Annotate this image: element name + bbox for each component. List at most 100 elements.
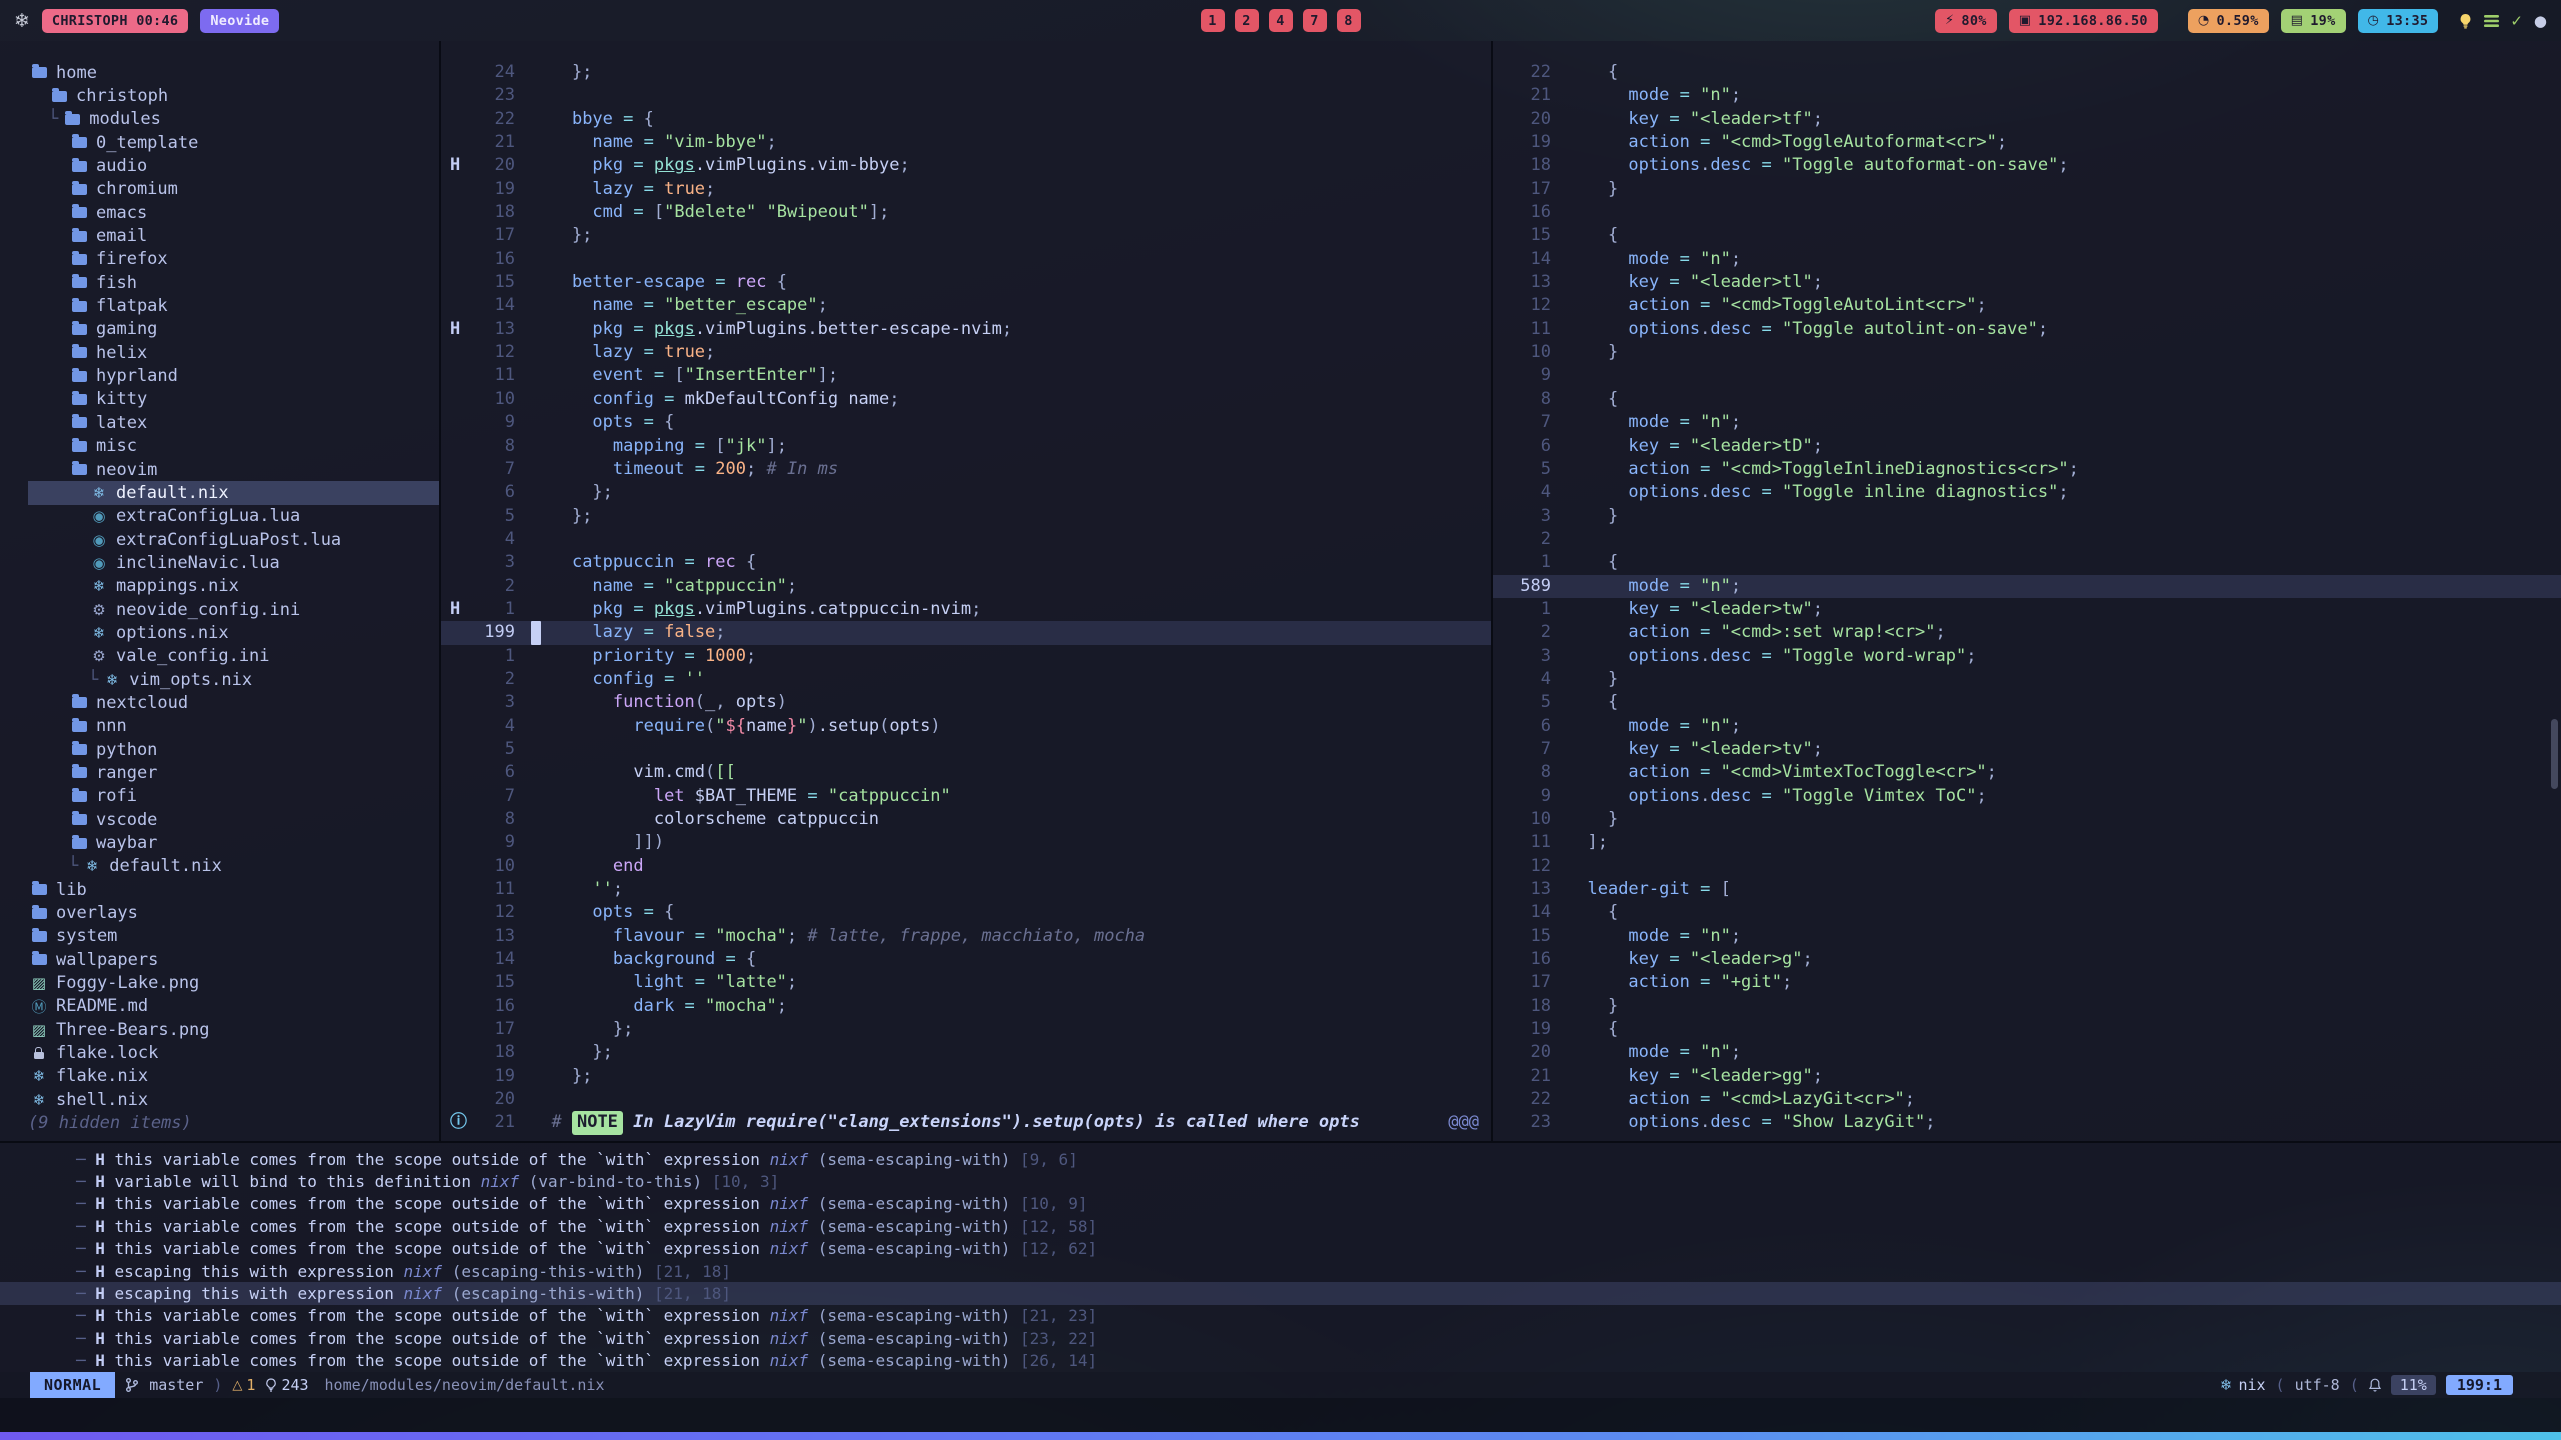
code-line[interactable]: 16 xyxy=(441,248,1491,271)
diagnostic-row[interactable]: ─ H this variable comes from the scope o… xyxy=(0,1305,2561,1327)
tree-item-misc[interactable]: misc xyxy=(28,435,439,458)
user-session-badge[interactable]: CHRISTOPH 00:46 xyxy=(42,9,188,33)
diagnostic-row[interactable]: ─ H this variable comes from the scope o… xyxy=(0,1238,2561,1260)
tree-item-email[interactable]: email xyxy=(28,224,439,247)
tree-item-extraConfigLuaPost.lua[interactable]: ◉extraConfigLuaPost.lua xyxy=(28,528,439,551)
ip-widget[interactable]: ▣192.168.86.50 xyxy=(2009,9,2158,33)
code-line[interactable]: 9 options.desc = "Toggle Vimtex ToC"; xyxy=(1493,785,2561,808)
check-tray-icon[interactable]: ✓ xyxy=(2510,12,2523,30)
tree-item-9hiddenitems[interactable]: (9 hidden items) xyxy=(28,1111,439,1134)
code-line[interactable]: 15 { xyxy=(1493,224,2561,247)
code-line[interactable]: 4 } xyxy=(1493,668,2561,691)
code-line[interactable]: 14 { xyxy=(1493,901,2561,924)
code-line[interactable]: 8 { xyxy=(1493,388,2561,411)
tree-item-flatpak[interactable]: flatpak xyxy=(28,294,439,317)
tree-item-python[interactable]: python xyxy=(28,738,439,761)
code-line[interactable]: 9 xyxy=(1493,364,2561,387)
code-line[interactable]: 8 colorscheme catppuccin xyxy=(441,808,1491,831)
code-line[interactable]: 14 name = "better_escape"; xyxy=(441,294,1491,317)
code-line[interactable]: 13 flavour = "mocha"; # latte, frappe, m… xyxy=(441,925,1491,948)
tree-item-Foggy-Lake.png[interactable]: ▨Foggy-Lake.png xyxy=(28,971,439,994)
code-line[interactable]: 21 key = "<leader>gg"; xyxy=(1493,1065,2561,1088)
tree-item-flake.lock[interactable]: flake.lock xyxy=(28,1041,439,1064)
code-line[interactable]: 1 priority = 1000; xyxy=(441,645,1491,668)
tree-item-Three-Bears.png[interactable]: ▨Three-Bears.png xyxy=(28,1018,439,1041)
git-branch-name[interactable]: master xyxy=(149,1376,203,1394)
tree-item-shell.nix[interactable]: ❄shell.nix xyxy=(28,1088,439,1111)
code-line[interactable]: 199 lazy = false; xyxy=(441,621,1491,644)
code-line[interactable]: 15 light = "latte"; xyxy=(441,971,1491,994)
code-line[interactable]: 9 ]]) xyxy=(441,831,1491,854)
lightbulb-tray-icon[interactable] xyxy=(2458,13,2473,29)
tree-item-audio[interactable]: audio xyxy=(28,154,439,177)
code-line[interactable]: 4 require("${name}").setup(opts) xyxy=(441,715,1491,738)
tree-item-vscode[interactable]: vscode xyxy=(28,808,439,831)
code-line[interactable]: 589 mode = "n"; xyxy=(1493,575,2561,598)
tree-item-vale_config.ini[interactable]: ⚙vale_config.ini xyxy=(28,645,439,668)
code-line[interactable]: 16 key = "<leader>g"; xyxy=(1493,948,2561,971)
tree-item-latex[interactable]: latex xyxy=(28,411,439,434)
code-line[interactable]: 3 catppuccin = rec { xyxy=(441,551,1491,574)
tree-item-kitty[interactable]: kitty xyxy=(28,388,439,411)
app-badge[interactable]: Neovide xyxy=(200,9,279,33)
code-line[interactable]: 15 mode = "n"; xyxy=(1493,925,2561,948)
diagnostic-row[interactable]: ─ H variable will bind to this definitio… xyxy=(0,1170,2561,1192)
code-line[interactable]: 11 event = ["InsertEnter"]; xyxy=(441,364,1491,387)
warning-count[interactable]: △1 xyxy=(232,1376,255,1394)
command-line[interactable] xyxy=(0,1398,2561,1432)
code-line[interactable]: 16 xyxy=(1493,201,2561,224)
code-line[interactable]: 12 opts = { xyxy=(441,901,1491,924)
tree-item-inclineNavic.lua[interactable]: ◉inclineNavic.lua xyxy=(28,551,439,574)
code-line[interactable]: 10 } xyxy=(1493,808,2561,831)
code-line[interactable]: H13 pkg = pkgs.vimPlugins.better-escape-… xyxy=(441,318,1491,341)
code-line[interactable]: 23 options.desc = "Show LazyGit"; xyxy=(1493,1111,2561,1134)
code-line[interactable]: 10 } xyxy=(1493,341,2561,364)
tree-item-README.md[interactable]: ⓂREADME.md xyxy=(28,995,439,1018)
code-line[interactable]: 6 key = "<leader>tD"; xyxy=(1493,435,2561,458)
code-line[interactable]: 2 action = "<cmd>:set wrap!<cr>"; xyxy=(1493,621,2561,644)
code-line[interactable]: 22 { xyxy=(1493,61,2561,84)
tree-item-firefox[interactable]: firefox xyxy=(28,248,439,271)
code-line[interactable]: 2 name = "catppuccin"; xyxy=(441,575,1491,598)
tree-item-rofi[interactable]: rofi xyxy=(28,785,439,808)
code-line[interactable]: 20 mode = "n"; xyxy=(1493,1041,2561,1064)
tree-item-gaming[interactable]: gaming xyxy=(28,318,439,341)
code-line[interactable]: 7 timeout = 200; # In ms xyxy=(441,458,1491,481)
tree-item-default.nix[interactable]: ❄default.nix xyxy=(28,481,439,504)
code-line[interactable]: 18 } xyxy=(1493,995,2561,1018)
battery-widget[interactable]: ⚡80% xyxy=(1935,9,1997,33)
code-line[interactable]: 12 xyxy=(1493,855,2561,878)
tree-item-emacs[interactable]: emacs xyxy=(28,201,439,224)
tree-item-neovide_config.ini[interactable]: ⚙neovide_config.ini xyxy=(28,598,439,621)
code-line[interactable]: 5 { xyxy=(1493,691,2561,714)
code-line[interactable]: 11 ''; xyxy=(441,878,1491,901)
code-line[interactable]: 2 xyxy=(1493,528,2561,551)
workspace-badge-8[interactable]: 8 xyxy=(1337,9,1361,32)
code-line[interactable]: 17 action = "+git"; xyxy=(1493,971,2561,994)
code-line[interactable]: 4 xyxy=(441,528,1491,551)
code-line[interactable]: 19 lazy = true; xyxy=(441,178,1491,201)
code-line[interactable]: 19 }; xyxy=(441,1065,1491,1088)
code-line[interactable]: 18 options.desc = "Toggle autoformat-on-… xyxy=(1493,154,2561,177)
code-line[interactable]: 12 action = "<cmd>ToggleAutoLint<cr>"; xyxy=(1493,294,2561,317)
code-line[interactable]: 21 mode = "n"; xyxy=(1493,84,2561,107)
tree-item-wallpapers[interactable]: wallpapers xyxy=(28,948,439,971)
tree-item-nnn[interactable]: nnn xyxy=(28,715,439,738)
hint-count[interactable]: 243 xyxy=(265,1376,308,1394)
dot-tray-icon[interactable]: ● xyxy=(2534,12,2547,30)
code-line[interactable]: 9 opts = { xyxy=(441,411,1491,434)
file-path[interactable]: home/modules/neovim/default.nix xyxy=(325,1376,605,1394)
tree-item-0_template[interactable]: 0_template xyxy=(28,131,439,154)
tree-item-chromium[interactable]: chromium xyxy=(28,178,439,201)
clock-widget[interactable]: ◷13:35 xyxy=(2358,9,2439,33)
code-line[interactable]: 4 options.desc = "Toggle inline diagnost… xyxy=(1493,481,2561,504)
tree-item-modules[interactable]: └modules xyxy=(28,108,439,131)
tree-item-hyprland[interactable]: hyprland xyxy=(28,364,439,387)
code-line[interactable]: 15 better-escape = rec { xyxy=(441,271,1491,294)
code-line[interactable]: 6 vim.cmd([[ xyxy=(441,761,1491,784)
code-line[interactable]: 17 }; xyxy=(441,1018,1491,1041)
code-line[interactable]: 2 config = '' xyxy=(441,668,1491,691)
code-line[interactable]: 22 bbye = { xyxy=(441,108,1491,131)
diagnostic-row[interactable]: ─ H this variable comes from the scope o… xyxy=(0,1327,2561,1349)
code-line[interactable]: 3 options.desc = "Toggle word-wrap"; xyxy=(1493,645,2561,668)
